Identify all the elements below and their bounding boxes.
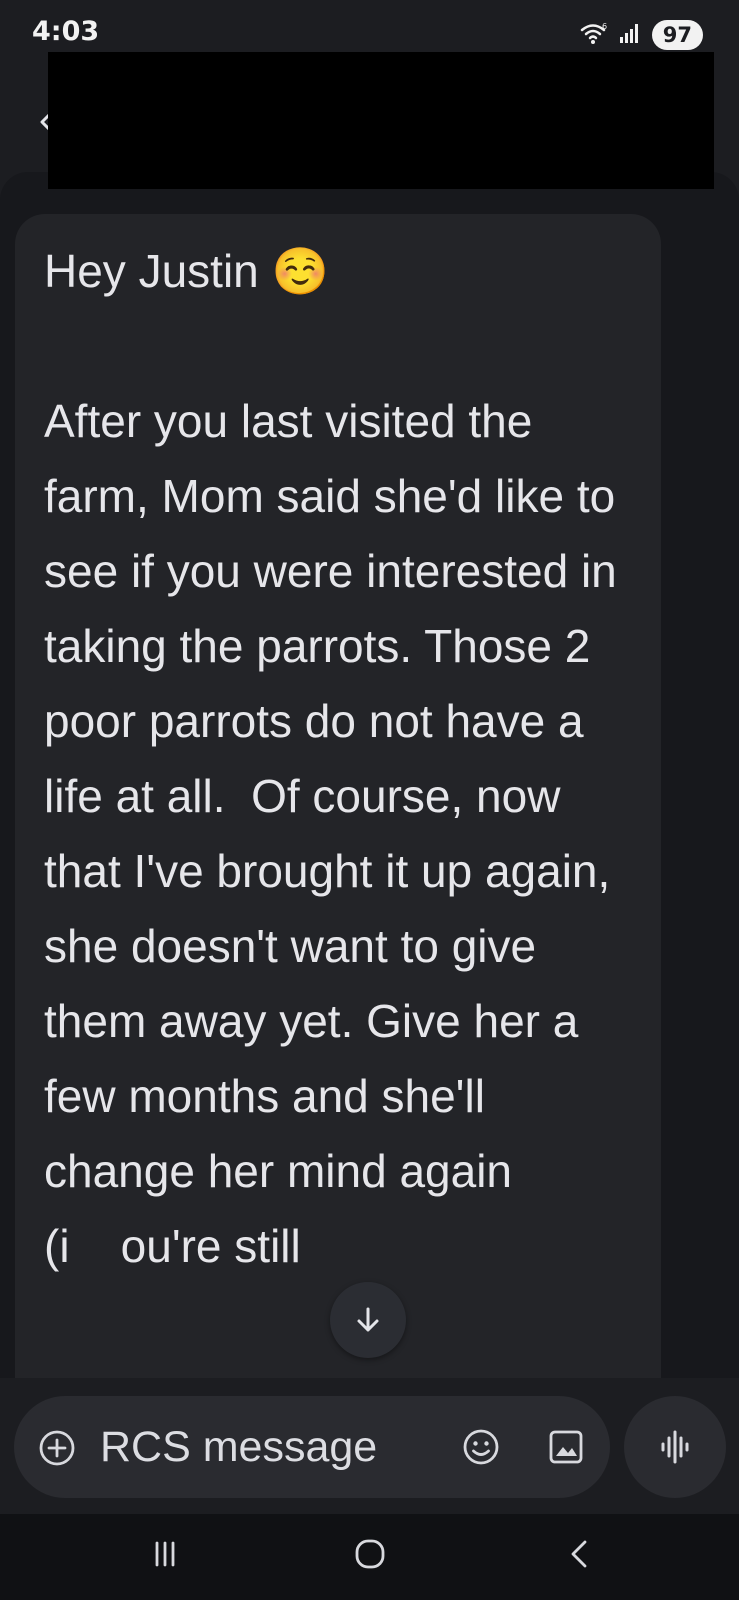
voice-waveform-icon: [661, 1430, 689, 1464]
gallery-button[interactable]: [545, 1426, 587, 1468]
conversation-area[interactable]: Hey Justin ☺️ After you last visited the…: [0, 172, 739, 1378]
message-text: Hey Justin ☺️ After you last visited the…: [44, 245, 617, 1272]
svg-text:6: 6: [602, 22, 607, 31]
status-time: 4:03: [32, 16, 100, 47]
home-icon: [355, 1539, 385, 1569]
message-input[interactable]: [100, 1416, 430, 1478]
scroll-to-bottom-button[interactable]: [330, 1282, 406, 1358]
message-bubble[interactable]: Hey Justin ☺️ After you last visited the…: [15, 214, 661, 1378]
system-back-button[interactable]: [560, 1534, 600, 1574]
message-composer: [14, 1396, 610, 1498]
status-icons: 6 97: [580, 20, 703, 50]
recents-button[interactable]: [145, 1534, 185, 1574]
emoji-icon: [463, 1429, 499, 1465]
wifi-icon: 6: [580, 21, 608, 49]
back-chevron-icon: [571, 1540, 587, 1568]
home-button[interactable]: [350, 1534, 390, 1574]
add-attachment-button[interactable]: [38, 1429, 76, 1467]
emoji-button[interactable]: [460, 1426, 502, 1468]
system-nav-bar: [0, 1514, 739, 1600]
battery-icon: 97: [651, 20, 703, 50]
recents-icon: [155, 1541, 175, 1567]
image-icon: [549, 1430, 583, 1464]
voice-message-button[interactable]: [624, 1396, 726, 1498]
plus-circle-icon: [39, 1430, 75, 1466]
arrow-down-icon: [357, 1307, 379, 1332]
contact-redaction: [48, 52, 714, 189]
signal-icon: [618, 21, 642, 49]
